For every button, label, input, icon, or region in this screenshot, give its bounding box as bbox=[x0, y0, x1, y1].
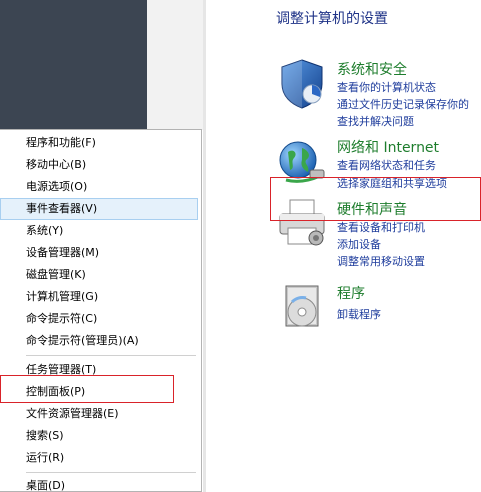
context-menu: 程序和功能(F) 移动中心(B) 电源选项(O) 事件查看器(V) 系统(Y) … bbox=[0, 129, 202, 492]
menu-item-event-viewer[interactable]: 事件查看器(V) bbox=[0, 198, 198, 220]
menu-item-disk-management[interactable]: 磁盘管理(K) bbox=[0, 264, 198, 286]
menu-item-command-prompt[interactable]: 命令提示符(C) bbox=[0, 308, 198, 330]
link-devices-printers[interactable]: 查看设备和打印机 bbox=[337, 219, 425, 235]
printer-icon bbox=[279, 199, 325, 246]
menu-item-control-panel[interactable]: 控制面板(P) bbox=[0, 381, 198, 403]
menu-item-mobility-center[interactable]: 移动中心(B) bbox=[0, 154, 198, 176]
menu-item-system[interactable]: 系统(Y) bbox=[0, 220, 198, 242]
menu-item-desktop[interactable]: 桌面(D) bbox=[0, 475, 198, 492]
page-title: 调整计算机的设置 bbox=[276, 11, 388, 27]
programs-disc-icon bbox=[285, 285, 319, 327]
menu-item-computer-management[interactable]: 计算机管理(G) bbox=[0, 286, 198, 308]
category-heading[interactable]: 系统和安全 bbox=[337, 59, 407, 79]
menu-item-file-explorer[interactable]: 文件资源管理器(E) bbox=[0, 403, 198, 425]
menu-item-programs-features[interactable]: 程序和功能(F) bbox=[0, 132, 198, 154]
link-troubleshoot[interactable]: 查找并解决问题 bbox=[337, 113, 414, 129]
menu-item-command-prompt-admin[interactable]: 命令提示符(管理员)(A) bbox=[0, 330, 198, 352]
window-border bbox=[203, 0, 206, 492]
link-add-device[interactable]: 添加设备 bbox=[337, 236, 381, 252]
desktop-background bbox=[0, 0, 147, 130]
menu-item-run[interactable]: 运行(R) bbox=[0, 447, 198, 469]
link-file-history[interactable]: 通过文件历史记录保存你的 bbox=[337, 96, 469, 112]
link-uninstall-program[interactable]: 卸载程序 bbox=[337, 306, 381, 322]
category-heading[interactable]: 程序 bbox=[337, 283, 365, 303]
menu-item-power-options[interactable]: 电源选项(O) bbox=[0, 176, 198, 198]
link-view-computer-status[interactable]: 查看你的计算机状态 bbox=[337, 79, 436, 95]
menu-item-search[interactable]: 搜索(S) bbox=[0, 425, 198, 447]
category-heading[interactable]: 网络和 Internet bbox=[337, 137, 439, 157]
link-network-status[interactable]: 查看网络状态和任务 bbox=[337, 157, 436, 173]
menu-item-task-manager[interactable]: 任务管理器(T) bbox=[0, 359, 198, 381]
menu-separator bbox=[26, 472, 196, 473]
link-mobility-settings[interactable]: 调整常用移动设置 bbox=[337, 253, 425, 269]
menu-separator bbox=[26, 355, 196, 356]
window-edge bbox=[147, 0, 203, 130]
shield-icon bbox=[281, 59, 323, 109]
network-globe-icon bbox=[279, 141, 325, 183]
category-heading[interactable]: 硬件和声音 bbox=[337, 199, 407, 219]
link-homegroup-sharing[interactable]: 选择家庭组和共享选项 bbox=[337, 175, 447, 191]
menu-item-device-manager[interactable]: 设备管理器(M) bbox=[0, 242, 198, 264]
